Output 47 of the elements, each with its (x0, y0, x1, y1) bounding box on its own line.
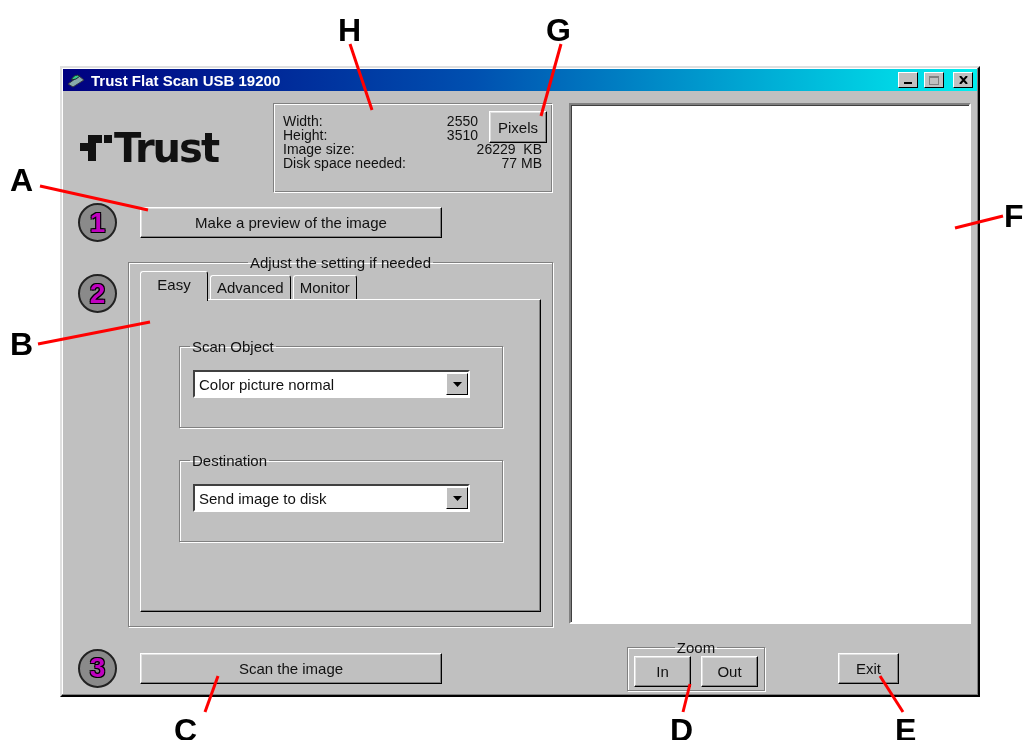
info-value: 2550 (446, 114, 478, 128)
zoom-button[interactable]: Out (701, 656, 758, 687)
window-title: Trust Flat Scan USB 19200 (91, 71, 282, 89)
zoom-button[interactable]: In (634, 656, 691, 687)
logo-mark-icon (80, 133, 112, 163)
group-title: Adjust the setting if needed (249, 254, 432, 271)
step-number: 1 (78, 203, 117, 242)
leader-line (203, 675, 220, 713)
callout-letter: B (10, 328, 34, 360)
logo-text: Trust (114, 125, 219, 171)
tab[interactable]: Easy (140, 271, 208, 301)
group-title: Destination (191, 452, 269, 469)
preview-button[interactable]: Make a preview of the image (140, 207, 442, 238)
info-label: Width: (283, 114, 323, 128)
callout-letter: G (546, 14, 571, 46)
dropdown-arrow-icon (452, 381, 462, 387)
close-icon (958, 76, 968, 84)
info-value: 26229 KB (476, 142, 542, 156)
info-value: 3510 (446, 128, 478, 142)
info-value: 77 MB (501, 156, 542, 170)
group-title: Scan Object (191, 338, 275, 355)
dropdown[interactable]: Send image to disk (193, 484, 470, 512)
tab[interactable]: Monitor (292, 275, 357, 299)
minimize-button[interactable] (898, 72, 918, 88)
dropdown[interactable]: Color picture normal (193, 370, 470, 398)
maximize-button[interactable] (924, 72, 944, 88)
dropdown-arrow-icon (452, 495, 462, 501)
leader-line (878, 675, 905, 713)
group-title: Zoom (675, 639, 717, 656)
info-label: Disk space needed: (283, 156, 406, 170)
leader-line (681, 683, 692, 713)
callout-letter: A (10, 164, 34, 196)
maximize-icon (929, 75, 939, 85)
tab[interactable]: Advanced (210, 275, 291, 299)
info-label: Image size: (283, 142, 355, 156)
leader-line (954, 214, 1004, 230)
callout-letter: F (1004, 200, 1024, 232)
leader-line (348, 43, 374, 111)
pixels-button[interactable]: Pixels (489, 111, 547, 143)
scanner-icon (67, 72, 85, 88)
callout-letter: H (338, 14, 362, 46)
exit-button[interactable]: Exit (838, 652, 899, 684)
step-number: 2 (78, 274, 117, 313)
close-button[interactable] (953, 72, 973, 88)
scan-button[interactable]: Scan the image (140, 652, 442, 684)
step-number: 3 (78, 648, 117, 688)
info-label: Height: (283, 128, 328, 142)
